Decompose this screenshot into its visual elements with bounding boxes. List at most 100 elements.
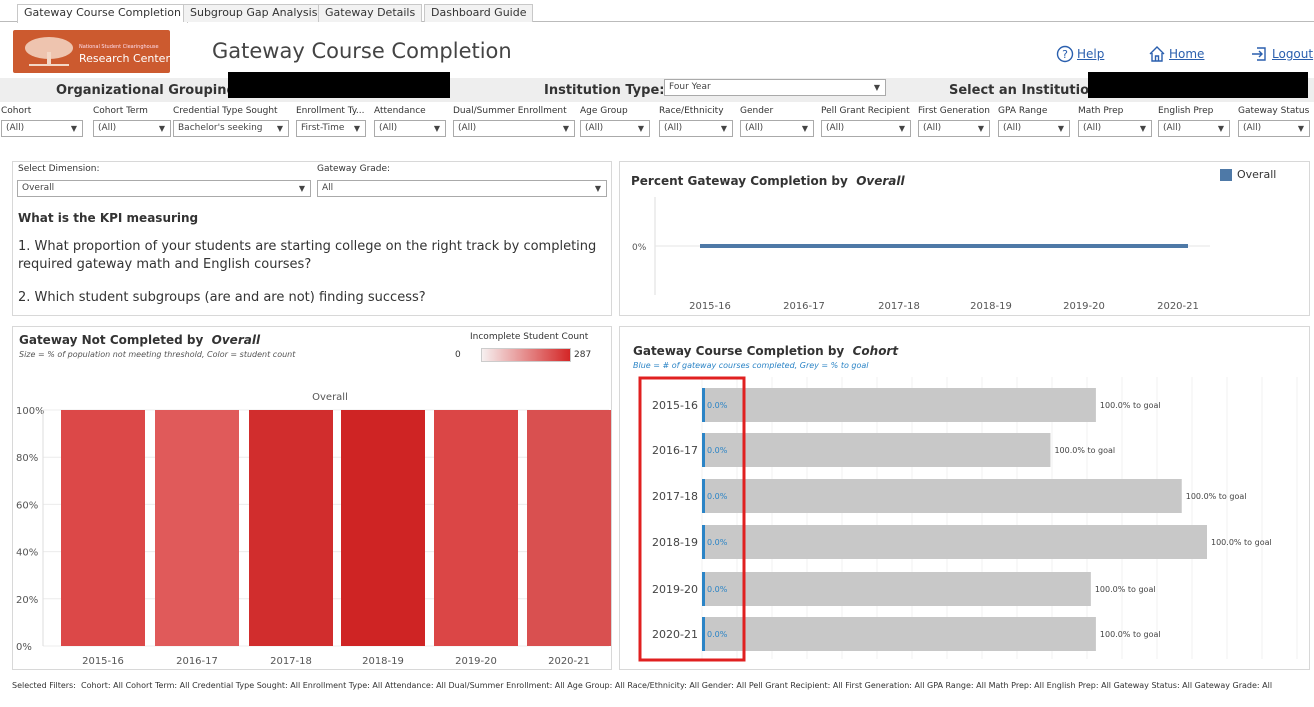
y-tick-label: 0% <box>16 642 32 653</box>
tab-dashboard-guide[interactable]: Dashboard Guide <box>424 4 534 22</box>
filter-select[interactable]: (All) ▼ <box>1078 120 1152 137</box>
goal-label: 100.0% to goal <box>1095 585 1156 594</box>
filter-value: (All) <box>1003 123 1022 133</box>
filter-5: Dual/Summer Enrollment (All) ▼ <box>453 104 575 137</box>
chevron-down-icon: ▼ <box>594 184 601 193</box>
x-tick-label: 2016-17 <box>783 301 825 312</box>
category-label: 2019-20 <box>652 583 698 596</box>
redacted-institution <box>1088 72 1308 98</box>
filter-11: GPA Range (All) ▼ <box>998 104 1070 137</box>
completed-bar-2018-19 <box>702 525 705 559</box>
chevron-down-icon: ▼ <box>70 124 77 133</box>
redacted-org-grouping <box>228 72 450 98</box>
filter-select[interactable]: (All) ▼ <box>740 120 814 137</box>
bar-chart-title-prefix: Gateway Not Completed by <box>19 333 204 347</box>
chevron-down-icon: ▼ <box>1217 124 1224 133</box>
goal-bar-2017-18 <box>702 479 1182 513</box>
filter-select[interactable]: (All) ▼ <box>918 120 990 137</box>
bar-chart-subtitle: Size = % of population not meeting thres… <box>19 350 296 359</box>
legend-max: 287 <box>574 350 592 360</box>
tab-gateway-details[interactable]: Gateway Details <box>318 4 423 22</box>
y-tick-label: 40% <box>16 548 38 559</box>
y-tick-label: 20% <box>16 595 38 606</box>
tab-gateway-course-completion[interactable]: Gateway Course Completion <box>17 4 188 23</box>
filter-select[interactable]: First-Time ▼ <box>296 120 366 137</box>
completed-bar-2015-16 <box>702 388 705 422</box>
kpi-question-2: 2. Which student subgroups (are and are … <box>18 290 426 305</box>
completed-bar-2020-21 <box>702 617 705 651</box>
filter-label: Math Prep <box>1078 106 1124 116</box>
filter-value: (All) <box>923 123 942 133</box>
institution-type-select[interactable]: Four Year ▼ <box>664 79 886 96</box>
bar-chart-title: Gateway Not Completed by Overall <box>19 333 260 347</box>
category-label: 2015-16 <box>652 399 698 412</box>
bar-2015-16 <box>61 410 145 646</box>
select-institution-label: Select an Institution: <box>949 83 1104 98</box>
home-link[interactable]: Home <box>1148 45 1204 63</box>
category-label: 2016-17 <box>652 444 698 457</box>
goal-label: 100.0% to goal <box>1054 446 1115 455</box>
legend-swatch-overall <box>1220 169 1232 181</box>
chevron-down-icon: ▼ <box>1297 124 1304 133</box>
filter-select[interactable]: (All) ▼ <box>1 120 83 137</box>
goal-bar-2020-21 <box>702 617 1096 651</box>
filter-select[interactable]: (All) ▼ <box>659 120 733 137</box>
bar-2019-20 <box>434 410 518 646</box>
logout-link[interactable]: Logout <box>1251 45 1313 63</box>
filter-value: (All) <box>745 123 764 133</box>
filter-select[interactable]: (All) ▼ <box>93 120 171 137</box>
filter-select[interactable]: (All) ▼ <box>453 120 575 137</box>
select-dimension-dropdown[interactable]: Overall ▼ <box>17 180 311 197</box>
filter-2: Credential Type Sought Bachelor's seeking… <box>173 104 289 137</box>
filter-label: English Prep <box>1158 106 1214 116</box>
filter-select[interactable]: (All) ▼ <box>821 120 911 137</box>
bar-chart: Overall 0% 20% 40% 60% 80% 100% 2015-16 2016-17 2… <box>16 392 611 667</box>
help-icon: ? <box>1056 45 1074 63</box>
y-tick-label: 100% <box>16 406 45 417</box>
x-tick-label: 2017-18 <box>878 301 920 312</box>
bar-2017-18 <box>249 410 333 646</box>
home-label: Home <box>1169 47 1205 61</box>
x-tick-label: 2018-19 <box>362 656 404 667</box>
filter-value: (All) <box>458 123 477 133</box>
bar-2020-21 <box>527 410 611 646</box>
chevron-down-icon: ▼ <box>298 184 305 193</box>
filter-label: Race/Ethnicity <box>659 106 724 116</box>
filter-value: (All) <box>98 123 117 133</box>
chevron-down-icon: ▼ <box>1057 124 1064 133</box>
filter-label: Gateway Status <box>1238 106 1310 116</box>
filter-14: Gateway Status (All) ▼ <box>1238 104 1310 137</box>
filter-select[interactable]: (All) ▼ <box>998 120 1070 137</box>
legend-min: 0 <box>455 350 461 360</box>
filter-label: Pell Grant Recipient <box>821 106 910 116</box>
filter-label: Credential Type Sought <box>173 106 278 116</box>
filter-label: Gender <box>740 106 774 116</box>
chevron-down-icon: ▼ <box>977 124 984 133</box>
filter-select[interactable]: (All) ▼ <box>580 120 650 137</box>
tab-subgroup-gap-analysis[interactable]: Subgroup Gap Analysis <box>183 4 325 22</box>
filter-value: First-Time <box>301 123 345 133</box>
filter-select[interactable]: (All) ▼ <box>1238 120 1310 137</box>
line-chart: 0% 2015-16 2016-17 2017-18 2018-19 2019-20 202… <box>632 197 1210 312</box>
facet-label: Overall <box>312 392 348 403</box>
logo-small-text: National Student Clearinghouse <box>79 44 159 50</box>
chevron-down-icon: ▼ <box>158 124 165 133</box>
filter-select[interactable]: Bachelor's seeking ▼ <box>173 120 289 137</box>
gateway-grade-dropdown[interactable]: All ▼ <box>317 180 607 197</box>
filter-select[interactable]: (All) ▼ <box>1158 120 1230 137</box>
filter-select[interactable]: (All) ▼ <box>374 120 446 137</box>
help-link[interactable]: ? Help <box>1056 45 1104 63</box>
filter-6: Age Group (All) ▼ <box>580 104 650 137</box>
filter-value: (All) <box>826 123 845 133</box>
bar-2016-17 <box>155 410 239 646</box>
y-tick-label: 0% <box>632 243 647 253</box>
goal-bar-2015-16 <box>702 388 1096 422</box>
filter-label: Cohort Term <box>93 106 148 116</box>
org-grouping-label: Organizational Grouping: <box>56 83 241 98</box>
goal-label: 100.0% to goal <box>1186 492 1247 501</box>
hbar-chart-subtitle: Blue = # of gateway courses completed, G… <box>633 361 869 370</box>
filter-10: First Generation (All) ▼ <box>918 104 990 137</box>
x-tick-label: 2020-21 <box>548 656 590 667</box>
filter-value: (All) <box>585 123 604 133</box>
chevron-down-icon: ▼ <box>873 83 880 92</box>
